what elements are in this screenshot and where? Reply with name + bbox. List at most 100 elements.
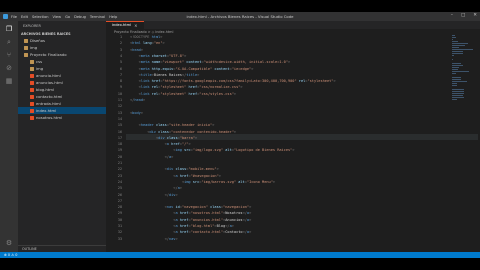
problems-status[interactable]: ⊗ 0 ⚠ 0 (4, 253, 17, 257)
tree-item-css[interactable]: css (18, 58, 106, 65)
code-line[interactable]: </div> (130, 193, 178, 197)
tree-item-blog-html[interactable]: blog.html (18, 86, 106, 93)
line-number: 17 (117, 135, 122, 140)
code-line[interactable]: <meta http-equiv="X-UA-Compatible" conte… (130, 67, 254, 71)
line-number: 6 (119, 66, 122, 71)
tree-item-label: anuncio.html (36, 73, 61, 78)
code-line[interactable]: <header class="site-header inicio"> (130, 123, 215, 127)
code-line[interactable]: </a> (130, 155, 174, 159)
html-file-icon (30, 74, 34, 78)
code-line[interactable]: <div class="mobile-menu"> (130, 167, 219, 171)
code-line[interactable]: <img src="img/barras.svg" alt="Icono Men… (130, 180, 275, 184)
line-number: 23 (117, 173, 122, 178)
code-line[interactable]: <link rel="stylesheet" href="css/normali… (130, 85, 243, 89)
code-line[interactable]: <link href="https://fonts.googleapis.com… (130, 79, 336, 83)
html-file-icon (30, 88, 34, 92)
minimap-line (452, 77, 462, 78)
line-number: 29 (117, 211, 122, 216)
line-number: 33 (117, 236, 122, 241)
minimap-line (452, 83, 458, 84)
code-line[interactable]: <head> (130, 48, 143, 52)
minimap-line (452, 91, 465, 92)
code-line[interactable]: <a href="contacto.html">Contacto</a> (130, 230, 251, 234)
minimap-line (452, 47, 460, 48)
vscode-window: File Edit Selection View Go Debug Terminal Help… (0, 12, 480, 258)
tree-item-label: index.html (36, 108, 57, 113)
code-line[interactable]: <html lang="en"> (130, 41, 165, 45)
maximize-button[interactable]: □ (461, 13, 465, 18)
tree-item-img[interactable]: img (18, 65, 106, 72)
folder-icon (30, 67, 34, 71)
code-line[interactable]: <a href="blog.html">Blog</a> (130, 224, 234, 228)
minimap-line (452, 51, 464, 52)
close-button[interactable]: ✕ (473, 13, 477, 18)
tree-item-anuncios-html[interactable]: anuncios.html (18, 79, 106, 86)
code-line[interactable]: <a href="/"> (130, 142, 191, 146)
line-number: 25 (117, 186, 122, 191)
code-line[interactable]: <img src="img/logo.svg" alt="Logotipo de… (130, 148, 294, 152)
code-line[interactable]: <body> (130, 111, 143, 115)
tree-item-label: blog.html (36, 87, 55, 92)
code-line[interactable]: <nav id="navegacion" class="navegacion"> (130, 205, 252, 209)
html-file-icon (30, 109, 34, 113)
html-file-icon (30, 116, 34, 120)
tree-item-contacto-html[interactable]: contacto.html (18, 93, 106, 100)
close-tab-icon[interactable]: × (134, 22, 137, 29)
minimap-line (452, 43, 469, 44)
minimap-line (452, 41, 458, 42)
minimap-line (452, 67, 459, 68)
debug-icon[interactable]: ⊘ (5, 64, 13, 72)
code-line[interactable]: <a href="anuncios.html">Anuncios</a> (130, 218, 251, 222)
line-number: 8 (119, 79, 122, 84)
minimap-line (452, 63, 461, 64)
code-line[interactable]: <a href="nosotros.html">Nosotros</a> (130, 211, 251, 215)
line-number: 27 (117, 198, 122, 203)
tree-item-index-html[interactable]: index.html (18, 107, 106, 114)
code-line[interactable]: <link rel="stylesheet" href="css/styles.… (130, 92, 236, 96)
minimap-line (452, 53, 463, 54)
line-number: 2 (119, 41, 122, 46)
minimap[interactable] (452, 35, 474, 100)
code-line[interactable]: <!DOCTYPE html> (130, 35, 162, 39)
html-file-icon (30, 81, 34, 85)
explorer-icon[interactable]: ❐ (5, 25, 13, 33)
line-number: 15 (117, 123, 122, 128)
code-line[interactable]: <title>Bienes Raices</title> (130, 73, 200, 77)
tree-item-dise-os[interactable]: Diseños (18, 37, 106, 44)
tree-item-label: anuncios.html (36, 80, 63, 85)
extensions-icon[interactable]: ▦ (5, 77, 13, 85)
tree-item-entrada-html[interactable]: entrada.html (18, 100, 106, 107)
line-number: 3 (119, 47, 122, 52)
tab-index-html[interactable]: index.html × (106, 21, 144, 29)
code-line[interactable]: <div class="contenedor contenido-header"… (130, 130, 236, 134)
code-line[interactable]: </a> (130, 186, 182, 190)
line-number: 22 (117, 167, 122, 172)
tree-item-img[interactable]: img (18, 44, 106, 51)
line-number: 31 (117, 224, 122, 228)
minimap-line (452, 85, 457, 86)
code-line[interactable]: <meta name="viewport" content="width=dev… (130, 60, 291, 64)
code-line[interactable]: <meta charset="UTF-8"> (130, 54, 187, 58)
line-number: 24 (117, 179, 122, 184)
minimize-button[interactable]: – (451, 13, 453, 18)
outline-section[interactable]: OUTLINE (18, 245, 110, 252)
tree-item-anuncio-html[interactable]: anuncio.html (18, 72, 106, 79)
tree-item-nosotros-html[interactable]: nosotros.html (18, 114, 106, 121)
html-file-icon (30, 95, 34, 99)
line-number: 19 (117, 148, 122, 153)
tree-item-proyecto-finalizado[interactable]: Proyecto Finalizado (18, 51, 106, 58)
minimap-line (452, 39, 454, 40)
minimap-line (452, 99, 457, 100)
settings-gear-icon[interactable]: ⚙ (5, 239, 13, 247)
minimap-line (452, 71, 469, 72)
code-line[interactable]: <div class="barra"> (130, 136, 197, 140)
minimap-line (452, 81, 467, 82)
source-control-icon[interactable]: ⑂ (5, 51, 13, 59)
code-line[interactable]: </nav> (130, 237, 178, 241)
minimap-line (452, 79, 462, 80)
code-line[interactable]: <a href="#navegacion"> (130, 174, 221, 178)
tree-item-label: Diseños (30, 38, 46, 43)
minimap-line (452, 73, 457, 74)
search-icon[interactable]: ⌕ (5, 38, 13, 46)
code-line[interactable]: </head> (130, 98, 145, 102)
